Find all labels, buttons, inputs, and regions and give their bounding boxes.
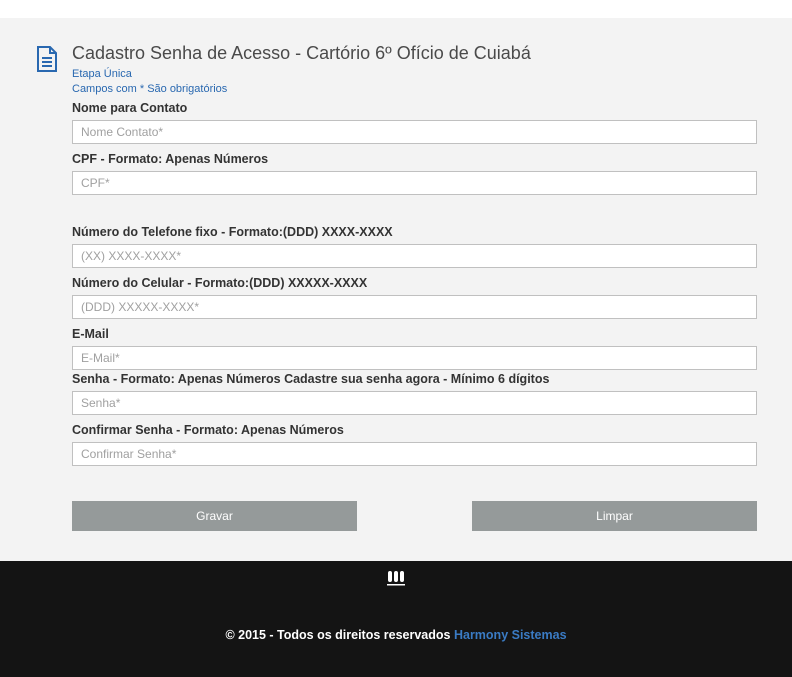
cpf-label: CPF - Formato: Apenas Números [72,152,757,166]
save-button[interactable]: Gravar [72,501,357,531]
document-icon [35,46,57,75]
page-title: Cadastro Senha de Acesso - Cartório 6º O… [72,43,757,64]
copyright-text: © 2015 - Todos os direitos reservados [225,628,454,642]
email-input[interactable] [72,346,757,370]
senha-label: Senha - Formato: Apenas Números Cadastre… [72,372,757,386]
nome-input[interactable] [72,120,757,144]
senha-input[interactable] [72,391,757,415]
required-note: Campos com * São obrigatórios [72,83,757,95]
cpf-input[interactable] [72,171,757,195]
clear-button[interactable]: Limpar [472,501,757,531]
telefone-input[interactable] [72,244,757,268]
celular-input[interactable] [72,295,757,319]
confirmar-input[interactable] [72,442,757,466]
step-label: Etapa Única [72,68,757,80]
celular-label: Número do Celular - Formato:(DDD) XXXXX-… [72,276,757,290]
confirmar-label: Confirmar Senha - Formato: Apenas Número… [72,423,757,437]
harmony-link[interactable]: Harmony Sistemas [454,628,567,642]
form-card: Cadastro Senha de Acesso - Cartório 6º O… [0,18,792,561]
telefone-label: Número do Telefone fixo - Formato:(DDD) … [72,225,757,239]
nome-label: Nome para Contato [72,101,757,115]
footer: © 2015 - Todos os direitos reservados Ha… [0,561,792,677]
email-label: E-Mail [72,327,757,341]
logo-icon [387,569,405,590]
